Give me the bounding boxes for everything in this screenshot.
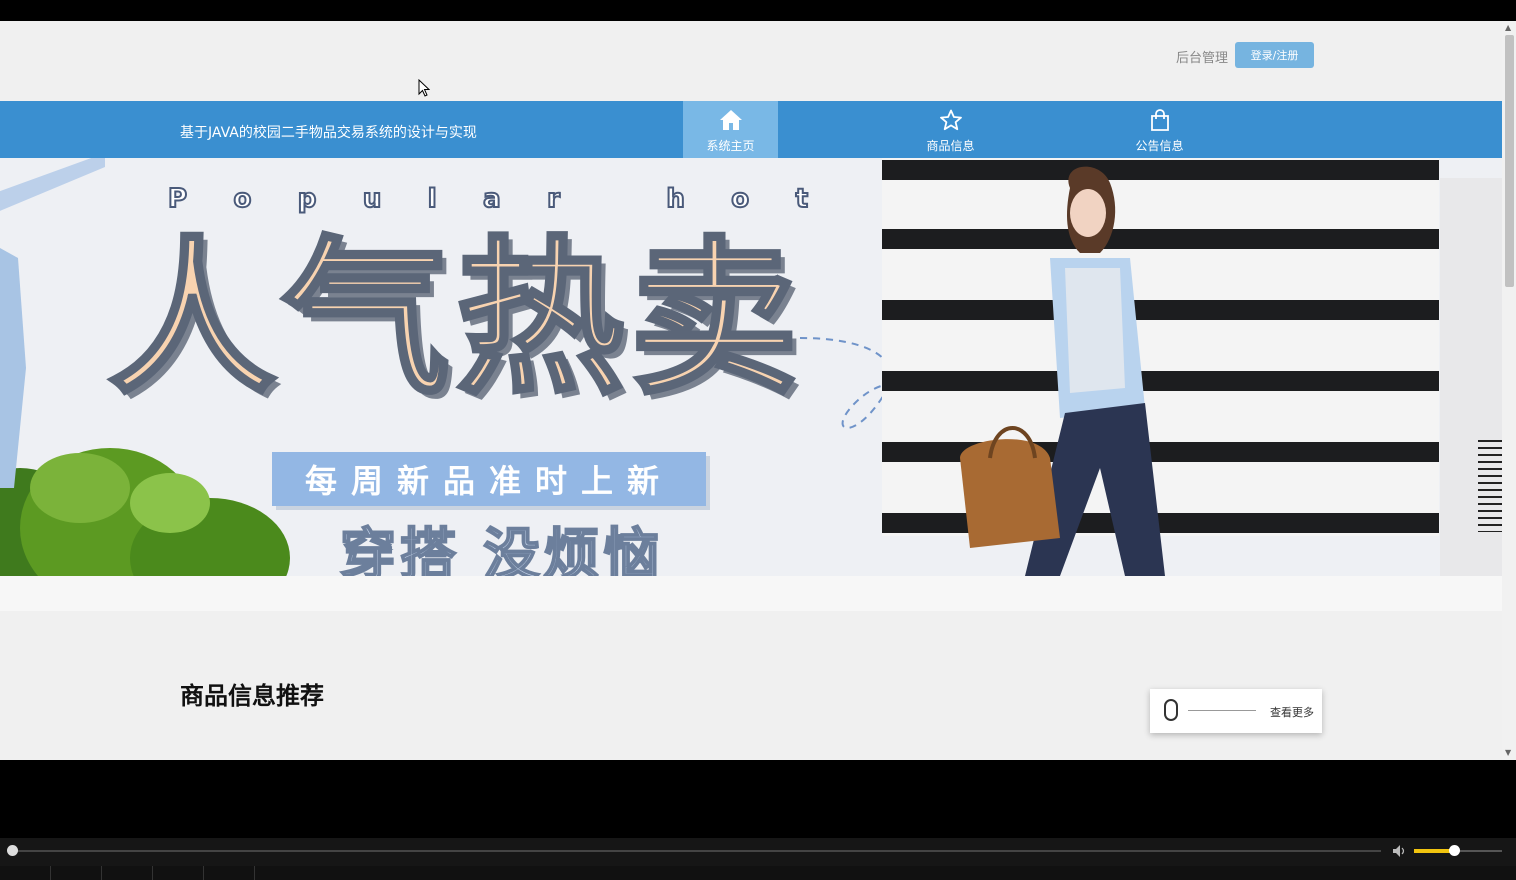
vent-grille bbox=[1478, 440, 1502, 532]
scroll-up-arrow-icon[interactable]: ▲ bbox=[1505, 23, 1511, 33]
scrollbar-thumb[interactable] bbox=[1505, 35, 1514, 287]
letter: t bbox=[795, 183, 810, 215]
volume-handle[interactable] bbox=[1448, 845, 1460, 856]
volume-fill bbox=[1414, 849, 1454, 853]
banner-slogan: 穿搭 没烦恼 bbox=[339, 522, 664, 576]
taskbar-slot[interactable] bbox=[0, 866, 51, 880]
vertical-scrollbar[interactable]: ▲ ▼ bbox=[1502, 21, 1516, 760]
letter: h bbox=[665, 183, 685, 215]
main-nav: 基于JAVA的校园二手物品交易系统的设计与实现 系统主页 商品信息 公告信息 bbox=[0, 101, 1502, 158]
nav-item-home[interactable]: 系统主页 bbox=[683, 101, 778, 158]
banner-weekly-tag: 每周新品准时上新 bbox=[272, 452, 706, 506]
nav-item-products[interactable]: 商品信息 bbox=[903, 101, 998, 158]
nav-item-notices[interactable]: 公告信息 bbox=[1112, 101, 1207, 158]
taskbar-slot[interactable] bbox=[102, 866, 153, 880]
progress-handle[interactable] bbox=[7, 845, 18, 856]
admin-link[interactable]: 后台管理 bbox=[1176, 47, 1228, 66]
letter: o bbox=[730, 183, 750, 215]
section-title: 商品信息推荐 bbox=[180, 682, 324, 710]
taskbar bbox=[0, 866, 1516, 880]
divider-line bbox=[1188, 710, 1256, 711]
letter: p bbox=[297, 183, 318, 215]
top-bar: 后台管理 登录/注册 bbox=[0, 21, 1502, 101]
home-icon bbox=[719, 110, 742, 130]
nav-item-label: 系统主页 bbox=[706, 139, 755, 153]
scroll-down-arrow-icon[interactable]: ▼ bbox=[1505, 748, 1511, 758]
taskbar-slot[interactable] bbox=[51, 866, 102, 880]
decorative-stripe bbox=[0, 158, 105, 211]
shopping-bag-icon bbox=[1150, 109, 1169, 131]
model-photo bbox=[960, 166, 1165, 576]
star-icon bbox=[939, 109, 962, 131]
letter: l bbox=[427, 183, 438, 215]
browser-viewport: 后台管理 登录/注册 基于JAVA的校园二手物品交易系统的设计与实现 系统主页 … bbox=[0, 21, 1502, 760]
view-more-label: 查看更多 bbox=[1270, 706, 1314, 719]
banner-title: 人气热卖 bbox=[106, 221, 804, 417]
banner-subtitle-en: P o p u l a r h o t bbox=[167, 183, 810, 216]
nav-item-label: 商品信息 bbox=[926, 139, 975, 153]
hero-banner[interactable]: P o p u l a r h o t 人气热卖 每周新品准时上新 穿搭 没烦恼 bbox=[0, 158, 1502, 576]
nav-item-label: 公告信息 bbox=[1135, 139, 1184, 153]
mouse-icon bbox=[1164, 699, 1178, 721]
taskbar-slot[interactable] bbox=[204, 866, 255, 880]
taskbar-slot[interactable] bbox=[153, 866, 204, 880]
login-register-button[interactable]: 登录/注册 bbox=[1235, 42, 1314, 68]
view-more-button[interactable]: 查看更多 bbox=[1150, 689, 1322, 733]
letter: P bbox=[167, 183, 188, 215]
banner-footer-strip bbox=[0, 576, 1502, 611]
volume-icon[interactable] bbox=[1392, 844, 1408, 858]
mouse-cursor-icon bbox=[418, 79, 430, 97]
site-title: 基于JAVA的校园二手物品交易系统的设计与实现 bbox=[180, 125, 477, 141]
letter: r bbox=[546, 183, 561, 215]
letter: a bbox=[482, 183, 501, 215]
progress-track[interactable] bbox=[13, 850, 1381, 852]
decorative-fabric bbox=[0, 248, 26, 488]
letter: u bbox=[362, 183, 382, 215]
plant-image bbox=[0, 448, 290, 576]
letter: o bbox=[232, 183, 252, 215]
